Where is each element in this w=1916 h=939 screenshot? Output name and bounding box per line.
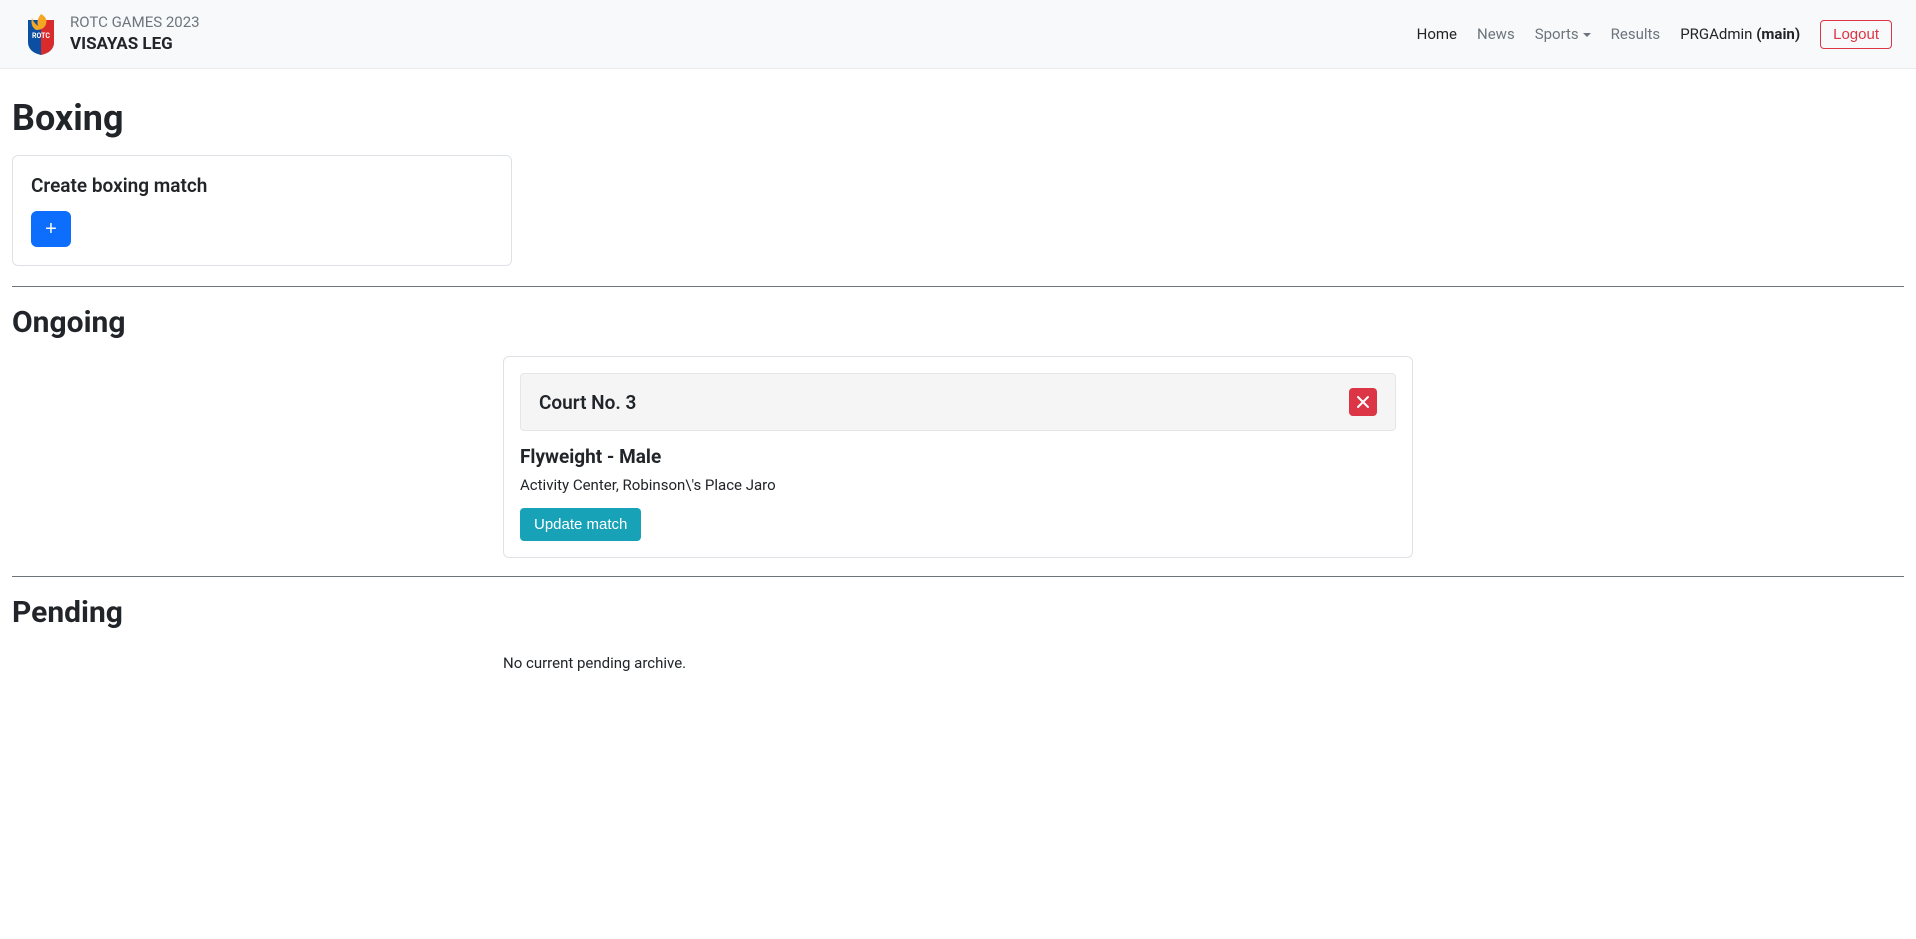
brand-line1: ROTC GAMES 2023 (70, 13, 200, 33)
delete-match-button[interactable] (1349, 388, 1377, 416)
pending-heading: Pending (12, 595, 1904, 630)
brand-line2: VISAYAS LEG (70, 33, 200, 55)
user-label: PRGAdmin (main) (1680, 25, 1800, 43)
navbar: ROTC ROTC GAMES 2023 VISAYAS LEG Home Ne… (0, 0, 1916, 69)
match-location: Activity Center, Robinson\'s Place Jaro (520, 476, 1396, 494)
ongoing-list: Court No. 3 Flyweight - Male Activity Ce… (12, 356, 1904, 558)
ongoing-heading: Ongoing (12, 305, 1904, 340)
match-card: Court No. 3 Flyweight - Male Activity Ce… (503, 356, 1413, 558)
nav-home[interactable]: Home (1417, 25, 1457, 43)
main-container: Boxing Create boxing match + Ongoing Cou… (0, 69, 1916, 724)
close-icon (1356, 395, 1370, 409)
update-match-button[interactable]: Update match (520, 508, 641, 541)
brand[interactable]: ROTC ROTC GAMES 2023 VISAYAS LEG (24, 12, 200, 56)
court-label: Court No. 3 (539, 391, 636, 414)
divider-2 (12, 576, 1904, 577)
page-title: Boxing (12, 97, 1904, 139)
nav-right: Home News Sports Results PRGAdmin (main)… (1417, 20, 1892, 49)
pending-list: No current pending archive. (12, 646, 1904, 712)
logout-button[interactable]: Logout (1820, 20, 1892, 49)
svg-text:ROTC: ROTC (32, 32, 50, 40)
divider-1 (12, 286, 1904, 287)
plus-icon: + (45, 218, 57, 241)
user-role: (main) (1756, 25, 1800, 43)
create-match-card: Create boxing match + (12, 155, 512, 266)
match-header: Court No. 3 (520, 373, 1396, 431)
create-match-button[interactable]: + (31, 211, 71, 247)
logo-icon: ROTC (24, 12, 58, 56)
pending-empty-message: No current pending archive. (503, 654, 1413, 672)
nav-news[interactable]: News (1477, 25, 1515, 43)
brand-text: ROTC GAMES 2023 VISAYAS LEG (70, 13, 200, 55)
match-category: Flyweight - Male (520, 445, 1396, 468)
create-match-title: Create boxing match (31, 174, 493, 197)
nav-results[interactable]: Results (1611, 25, 1661, 43)
user-name: PRGAdmin (1680, 25, 1752, 43)
nav-sports[interactable]: Sports (1535, 25, 1591, 43)
